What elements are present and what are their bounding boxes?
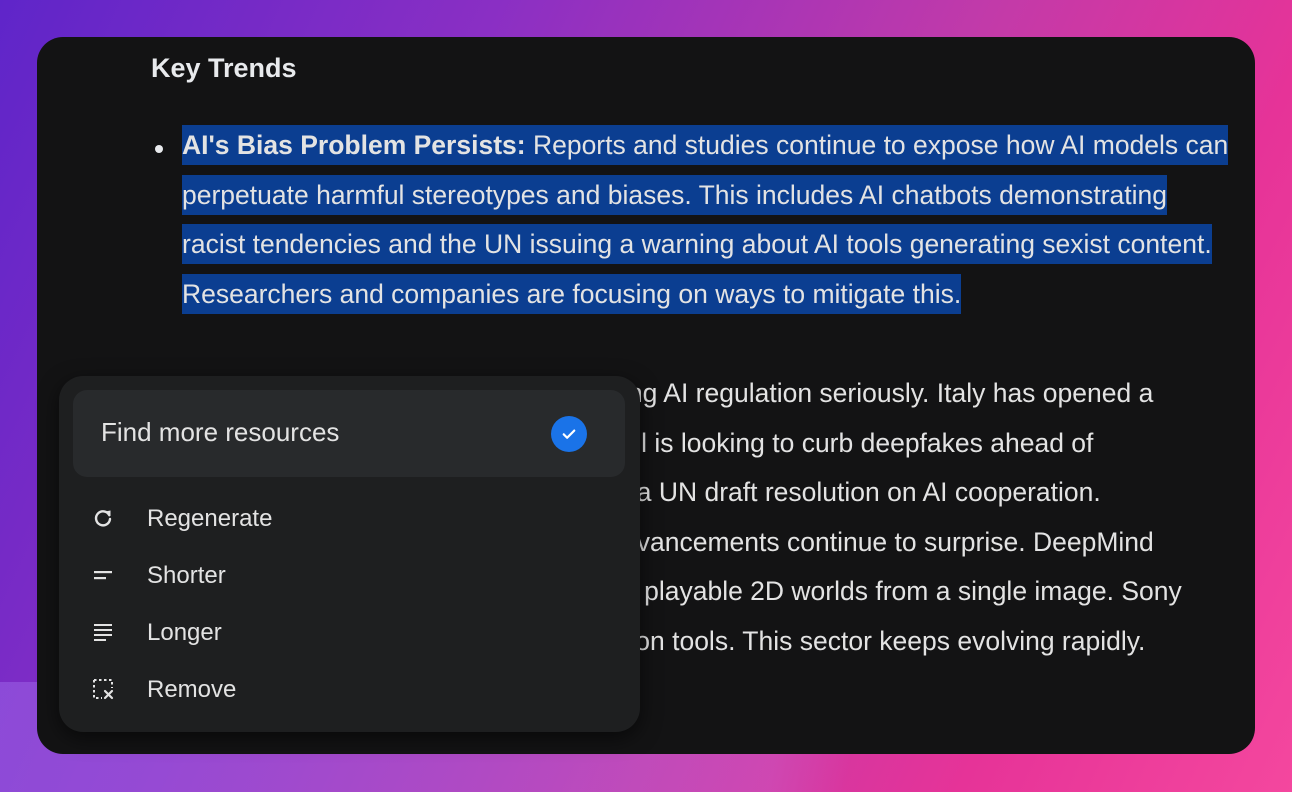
modify-response-menu: Find more resources Regenerate Shorter L… bbox=[59, 376, 640, 732]
section-heading: Key Trends bbox=[151, 53, 297, 83]
find-more-resources-item[interactable]: Find more resources bbox=[73, 390, 625, 477]
selected-paragraph[interactable]: AI's Bias Problem Persists: Reports and … bbox=[182, 121, 1237, 319]
menu-item-remove[interactable]: Remove bbox=[59, 663, 640, 719]
bullet-title: AI's Bias Problem Persists: bbox=[182, 130, 526, 160]
bullet-dot bbox=[155, 145, 163, 153]
check-circle-icon bbox=[551, 416, 587, 452]
long-text-icon bbox=[91, 620, 115, 644]
menu-item-longer[interactable]: Longer bbox=[59, 606, 640, 662]
menu-item-regenerate[interactable]: Regenerate bbox=[59, 492, 640, 548]
find-more-resources-label: Find more resources bbox=[101, 417, 340, 447]
menu-item-shorter[interactable]: Shorter bbox=[59, 549, 640, 605]
menu-item-label: Shorter bbox=[147, 562, 226, 589]
menu-item-label: Longer bbox=[147, 619, 222, 646]
menu-item-label: Regenerate bbox=[147, 505, 273, 532]
remove-selection-icon bbox=[91, 677, 115, 701]
menu-item-label: Remove bbox=[147, 676, 237, 703]
refresh-icon bbox=[91, 506, 115, 530]
text-selection[interactable]: AI's Bias Problem Persists: Reports and … bbox=[182, 125, 1229, 314]
short-text-icon bbox=[91, 563, 115, 587]
